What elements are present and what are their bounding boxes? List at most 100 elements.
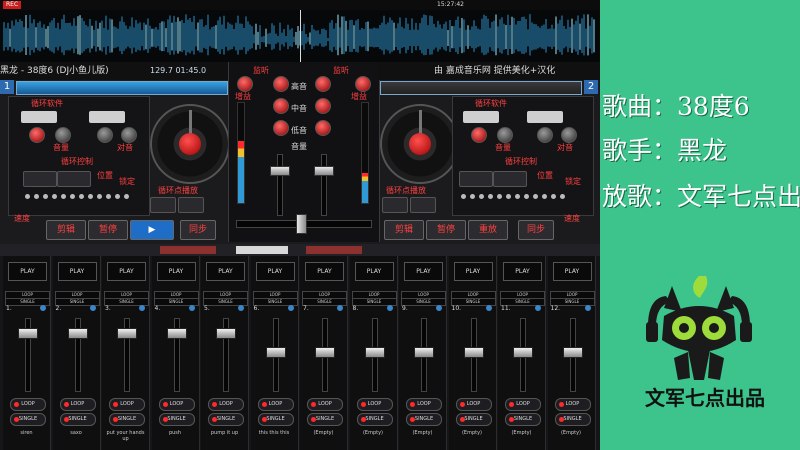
deck-right-track-position[interactable] <box>380 81 582 95</box>
sampler-loop-button[interactable]: LOOP <box>158 398 195 411</box>
sampler-play-button[interactable]: PLAY <box>305 262 344 281</box>
sampler-play-button[interactable]: PLAY <box>107 262 146 281</box>
waveform-display[interactable] <box>0 10 600 63</box>
sampler-loop-button[interactable]: LOOP <box>505 398 541 411</box>
sampler-single-button[interactable]: SINGLE <box>208 413 244 426</box>
deck-right-next-button[interactable] <box>410 197 436 213</box>
deck-right-loop-dots[interactable] <box>461 193 565 201</box>
sampler-loop-button[interactable]: LOOP <box>554 398 591 411</box>
deck-right-sync-button[interactable]: 同步 <box>518 220 554 240</box>
sampler-play-button[interactable]: PLAY <box>404 262 443 281</box>
sampler-play-button[interactable]: PLAY <box>156 262 196 281</box>
deck-left-next-button[interactable] <box>178 197 204 213</box>
mixer-gain-right-knob[interactable] <box>355 76 371 92</box>
sampler-loop-button[interactable]: LOOP <box>10 398 46 411</box>
sampler-volume-fader[interactable] <box>364 347 385 358</box>
sampler-volume-fader[interactable] <box>562 347 583 358</box>
mixer-low-right-knob[interactable] <box>315 120 331 136</box>
sampler-loop-button[interactable]: LOOP <box>59 398 96 411</box>
sampler-single-button[interactable]: SINGLE <box>59 413 96 426</box>
sampler-volume-fader[interactable] <box>414 347 434 358</box>
mixer-channel-left-fader[interactable] <box>270 166 290 176</box>
deck-left-loop-out-button[interactable] <box>57 171 91 187</box>
deck-right-turntable[interactable] <box>380 104 460 184</box>
sampler-volume-fader[interactable] <box>166 328 187 339</box>
deck-right-pause-button[interactable]: 暂停 <box>426 220 466 240</box>
sampler-loop-button[interactable]: LOOP <box>208 398 244 411</box>
sampler-single-button[interactable]: SINGLE <box>158 413 195 426</box>
deck-right-filter-knob[interactable] <box>537 127 553 143</box>
sampler-play-button[interactable]: PLAY <box>552 262 592 281</box>
mixer-mid-right-knob[interactable] <box>315 98 331 114</box>
mixer-high-left-knob[interactable] <box>273 76 289 92</box>
sampler-play-button[interactable]: PLAY <box>255 262 295 281</box>
deck-left-prev-button[interactable] <box>150 197 176 213</box>
sampler-volume-fader[interactable] <box>18 328 38 339</box>
deck-right-loop-in-button[interactable] <box>459 171 493 187</box>
sampler-loop-button[interactable]: LOOP <box>109 398 145 411</box>
deck-left-play-button[interactable]: ▶ <box>130 220 174 240</box>
sampler-loop-button[interactable]: LOOP <box>257 398 294 411</box>
deck-right-fx-knob[interactable] <box>471 127 487 143</box>
sampler-volume-fader[interactable] <box>513 347 533 358</box>
sampler-play-button[interactable]: PLAY <box>354 262 394 281</box>
deck-left-track-position[interactable] <box>16 81 228 95</box>
deck-left-fx-knob[interactable] <box>29 127 45 143</box>
sampler-single-button[interactable]: SINGLE <box>109 413 145 426</box>
deck-left-filter-select[interactable] <box>89 111 125 123</box>
deck-right-fx2-knob[interactable] <box>497 127 513 143</box>
deck-right-rewind-button[interactable]: 重放 <box>468 220 508 240</box>
sampler-play-button[interactable]: PLAY <box>206 262 245 281</box>
crossfader-handle[interactable] <box>296 214 307 234</box>
sampler-play-button[interactable]: PLAY <box>8 262 47 281</box>
mixer-high-right-knob[interactable] <box>315 76 331 92</box>
deck-left-turntable[interactable] <box>150 104 230 184</box>
sampler-volume-fader[interactable] <box>315 347 335 358</box>
sampler-play-button[interactable]: PLAY <box>453 262 493 281</box>
mixer-channel-right-fader[interactable] <box>314 166 334 176</box>
record-button[interactable]: REC <box>3 1 22 9</box>
deck-left-effect-select[interactable] <box>21 111 57 123</box>
sampler-single-button[interactable]: SINGLE <box>406 413 442 426</box>
tab-left[interactable] <box>160 246 216 254</box>
deck-left-sync-button[interactable]: 同步 <box>180 220 216 240</box>
deck-left-cue-button[interactable]: 剪辑 <box>46 220 86 240</box>
mixer-low-left-knob[interactable] <box>273 120 289 136</box>
sampler-single-button[interactable]: SINGLE <box>505 413 541 426</box>
sampler-volume-fader[interactable] <box>265 347 286 358</box>
deck-left-filter2-knob[interactable] <box>121 127 137 143</box>
mixer-gain-left-knob[interactable] <box>237 76 253 92</box>
deck-right-effect-select[interactable] <box>463 111 499 123</box>
sampler-loop-button[interactable]: LOOP <box>406 398 442 411</box>
sampler-volume-fader[interactable] <box>463 347 484 358</box>
sampler-loop-button[interactable]: LOOP <box>307 398 343 411</box>
deck-right-filter-select[interactable] <box>527 111 563 123</box>
deck-left-pause-button[interactable]: 暂停 <box>88 220 128 240</box>
sampler-single-button[interactable]: SINGLE <box>356 413 393 426</box>
deck-right-loop-out-button[interactable] <box>493 171 527 187</box>
deck-left-fx2-knob[interactable] <box>55 127 71 143</box>
deck-left-loop-dots[interactable] <box>25 193 129 201</box>
sampler-play-button[interactable]: PLAY <box>503 262 542 281</box>
deck-right-cue-button[interactable]: 剪辑 <box>384 220 424 240</box>
sampler-loop-button[interactable]: LOOP <box>356 398 393 411</box>
sampler-single-button[interactable]: SINGLE <box>554 413 591 426</box>
sampler-single-button[interactable]: SINGLE <box>10 413 46 426</box>
tab-right[interactable] <box>306 246 362 254</box>
sampler-loop-button[interactable]: LOOP <box>455 398 492 411</box>
sampler-volume-fader[interactable] <box>117 328 137 339</box>
tab-sampler[interactable] <box>236 246 288 254</box>
deck-left-filter-knob[interactable] <box>97 127 113 143</box>
deck-right-number[interactable]: 2 <box>584 80 598 94</box>
sampler-single-button[interactable]: SINGLE <box>455 413 492 426</box>
deck-left-loop-in-button[interactable] <box>23 171 57 187</box>
deck-right-filter2-knob[interactable] <box>561 127 577 143</box>
sampler-single-button[interactable]: SINGLE <box>307 413 343 426</box>
sampler-volume-fader[interactable] <box>216 328 236 339</box>
deck-left-number[interactable]: 1 <box>0 80 14 94</box>
deck-right-prev-button[interactable] <box>382 197 408 213</box>
mixer-mid-left-knob[interactable] <box>273 98 289 114</box>
sampler-single-button[interactable]: SINGLE <box>257 413 294 426</box>
sampler-play-button[interactable]: PLAY <box>57 262 97 281</box>
sampler-volume-fader[interactable] <box>67 328 88 339</box>
